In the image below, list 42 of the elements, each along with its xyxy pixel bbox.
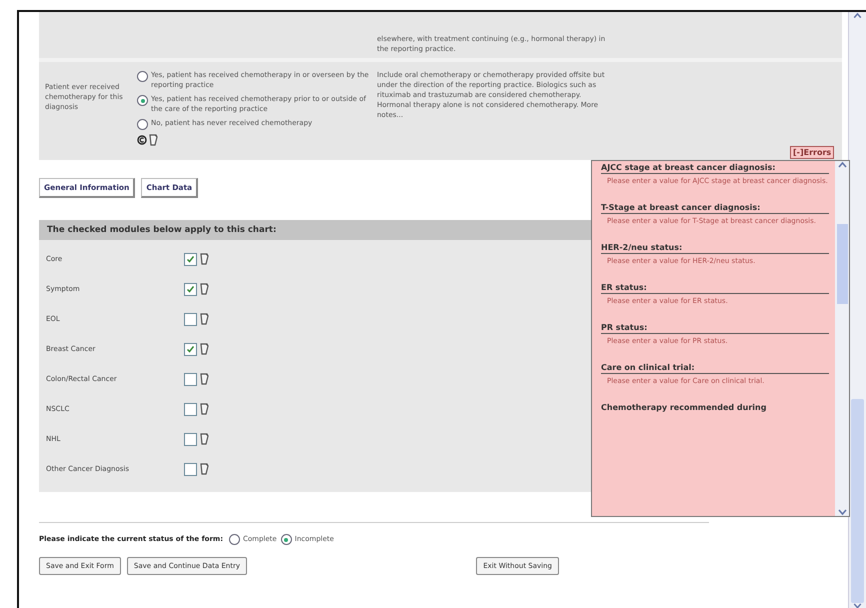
checkbox[interactable] <box>184 462 197 476</box>
scrollbar[interactable] <box>835 161 849 516</box>
note-icon[interactable] <box>200 283 209 295</box>
scrollbar-thumb[interactable] <box>851 398 864 604</box>
checkbox[interactable] <box>184 372 197 386</box>
error-field[interactable]: HER-2/neu status: <box>601 243 829 254</box>
error-field[interactable]: AJCC stage at breast cancer diagnosis: <box>601 163 829 174</box>
note-icon[interactable] <box>200 253 209 265</box>
errors-toggle[interactable]: [-]Errors <box>790 146 834 159</box>
error-field[interactable]: Care on clinical trial: <box>601 363 829 374</box>
checkbox[interactable] <box>184 252 197 266</box>
checkbox[interactable] <box>184 432 197 446</box>
error-field[interactable]: PR status: <box>601 323 829 334</box>
radio-button[interactable] <box>137 119 148 130</box>
note-icon[interactable] <box>200 433 209 445</box>
radio-button[interactable] <box>137 71 148 82</box>
note-icon[interactable] <box>200 373 209 385</box>
error-field[interactable]: ER status: <box>601 283 829 294</box>
scroll-down-icon[interactable] <box>838 509 846 516</box>
check-icon <box>186 254 195 264</box>
check-icon <box>186 284 195 294</box>
copyright-icon[interactable] <box>137 135 147 145</box>
checkbox[interactable] <box>184 342 197 356</box>
scroll-down-icon[interactable] <box>853 603 862 608</box>
note-icon[interactable] <box>200 343 209 355</box>
note-icon[interactable] <box>200 463 209 475</box>
scroll-up-icon[interactable] <box>838 161 846 168</box>
scrollbar-thumb[interactable] <box>836 224 848 304</box>
checkbox[interactable] <box>184 312 197 326</box>
radio-button[interactable] <box>280 534 292 545</box>
note-icon[interactable] <box>200 313 209 325</box>
checkbox[interactable] <box>184 402 197 416</box>
scrollbar[interactable] <box>848 12 866 608</box>
error-field[interactable]: T-Stage at breast cancer diagnosis: <box>601 203 829 214</box>
check-icon <box>186 344 195 354</box>
note-icon[interactable] <box>149 134 158 146</box>
scroll-up-icon[interactable] <box>853 12 862 19</box>
note-icon[interactable] <box>200 403 209 415</box>
error-field[interactable]: Chemotherapy recommended during <box>601 403 829 413</box>
radio-button[interactable] <box>137 95 148 106</box>
checkbox[interactable] <box>184 282 197 296</box>
radio-button[interactable] <box>229 534 240 545</box>
